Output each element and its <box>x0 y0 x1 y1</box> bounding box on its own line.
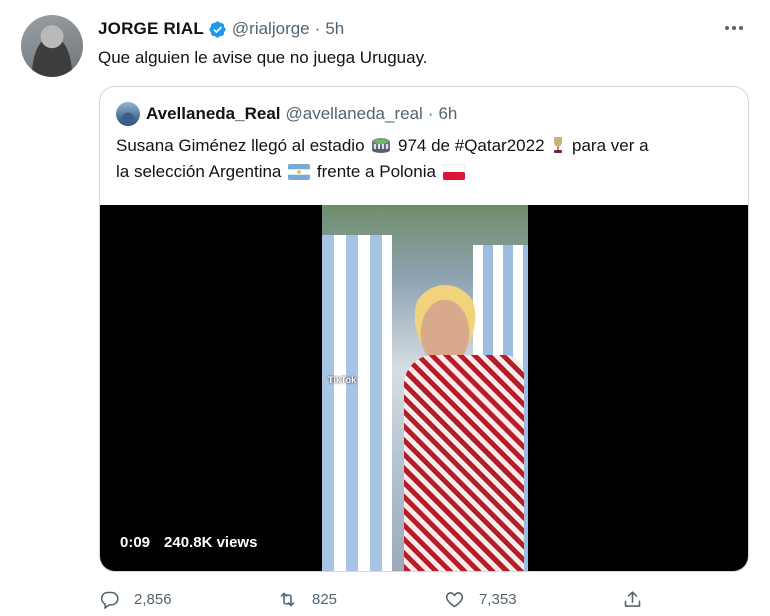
retweet-button[interactable]: 825 <box>277 585 337 613</box>
poland-flag-icon <box>442 164 465 180</box>
tweet-actions: 2,856 825 7,353 <box>99 585 749 613</box>
quoted-text-part: para ver a <box>572 136 649 155</box>
video-player[interactable]: TikTok 0:09 240.8K views <box>100 205 748 571</box>
more-icon <box>725 26 729 30</box>
quoted-tweet-header: Avellaneda_Real @avellaneda_real · 6h <box>116 101 457 127</box>
stadium-icon <box>372 138 391 153</box>
quoted-text-part: frente a Polonia <box>316 162 436 181</box>
video-views: 240.8K views <box>164 534 258 551</box>
author-name[interactable]: JORGE RIAL <box>98 19 204 39</box>
tiktok-watermark: TikTok <box>328 375 357 385</box>
tweet-header: JORGE RIAL @rialjorge · 5h <box>98 17 344 41</box>
more-options-button[interactable] <box>720 16 748 40</box>
reply-icon <box>100 591 119 609</box>
quoted-text-part: 974 de #Qatar2022 <box>398 136 545 155</box>
share-button[interactable] <box>622 585 657 613</box>
quoted-timestamp: 6h <box>438 104 458 123</box>
quoted-text-part: Susana Giménez llegó al estadio <box>116 136 365 155</box>
video-frame: TikTok <box>322 205 528 571</box>
meta-separator: · <box>314 19 321 38</box>
trophy-icon <box>554 137 563 153</box>
author-handle[interactable]: @rialjorge <box>232 19 310 39</box>
tweet[interactable]: JORGE RIAL @rialjorge · 5h Que alguien l… <box>0 0 770 616</box>
quoted-tweet-text: Susana Giménez llegó al estadio 974 de #… <box>116 133 736 185</box>
quoted-meta-separator: · <box>427 104 434 123</box>
quoted-tweet[interactable]: Avellaneda_Real @avellaneda_real · 6h Su… <box>99 86 749 572</box>
verified-badge-icon <box>209 20 226 38</box>
quoted-author-name: Avellaneda_Real <box>146 104 281 123</box>
reply-count: 2,856 <box>134 590 172 608</box>
like-button[interactable]: 7,353 <box>444 585 517 613</box>
quoted-author-avatar <box>116 102 140 126</box>
retweet-icon <box>280 592 295 606</box>
quoted-text-part: la selección Argentina <box>116 162 282 181</box>
quoted-author-handle: @avellaneda_real <box>285 104 423 123</box>
retweet-count: 825 <box>312 590 338 608</box>
like-icon <box>445 591 464 607</box>
like-count: 7,353 <box>479 590 517 608</box>
author-avatar[interactable] <box>21 15 83 77</box>
video-duration: 0:09 <box>120 534 151 551</box>
video-info: 0:09 240.8K views <box>120 534 257 551</box>
reply-button[interactable]: 2,856 <box>99 585 172 613</box>
argentina-flag-icon <box>288 164 311 180</box>
share-icon <box>624 590 641 607</box>
tweet-timestamp[interactable]: 5h <box>325 19 344 39</box>
tweet-text: Que alguien le avise que no juega Urugua… <box>98 48 428 67</box>
